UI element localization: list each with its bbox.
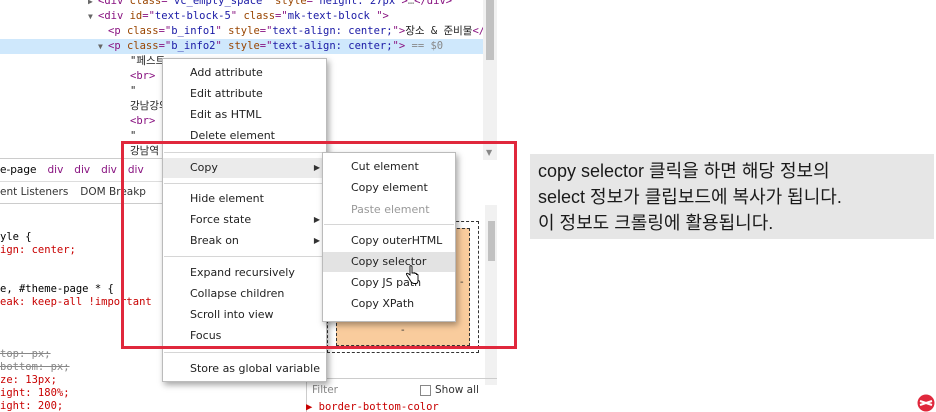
dom-token: class <box>129 0 162 7</box>
computed-property[interactable]: ▶ border-bottom-color <box>306 401 439 412</box>
context-menu-item[interactable]: Add attribute <box>163 63 326 83</box>
style-rule-line[interactable]: bottom: px; <box>0 360 70 374</box>
dom-token: " <box>230 10 244 22</box>
context-menu-item-label: Edit as HTML <box>190 108 262 121</box>
dom-token: </div> <box>414 0 453 7</box>
scrollbar-thumb[interactable] <box>486 0 494 60</box>
computed-filter-bar: Filter Show all <box>306 378 497 401</box>
dom-token: text-align: center; <box>272 25 393 37</box>
highlight-box <box>121 141 517 349</box>
breadcrumb-item[interactable]: div <box>47 164 63 176</box>
dom-token: mk-text-block <box>287 10 377 22</box>
dom-token: " <box>215 25 229 37</box>
dom-node-line[interactable]: ▼ <div id="text-block-5" class="mk-text-b… <box>0 9 497 24</box>
dom-token: " <box>262 0 276 7</box>
dom-token: b_info2 <box>171 40 216 52</box>
menu-separator <box>164 352 325 353</box>
dom-token: <div <box>98 10 130 22</box>
style-rule-line[interactable]: ze: 13px; <box>0 373 57 387</box>
filter-input[interactable]: Filter <box>312 379 338 401</box>
dom-token: style <box>228 40 260 52</box>
style-rule-line[interactable]: ight: 200; <box>0 399 63 412</box>
style-rule-line: e, #theme-page * { <box>0 282 114 296</box>
dom-token: "> <box>392 25 406 37</box>
dom-token: id <box>129 10 143 22</box>
style-text: ight: 200; <box>0 400 64 412</box>
dom-token: " <box>215 40 229 52</box>
dom-token: style <box>228 25 260 37</box>
dom-token: class <box>243 10 276 22</box>
context-menu-item-label: Add attribute <box>190 66 263 79</box>
dom-token: 장소 & 준비물 <box>405 25 473 37</box>
dom-node-line[interactable]: <p class="b_info1" style="text-align: ce… <box>0 24 497 39</box>
dom-token: b_info1 <box>171 25 216 37</box>
style-text: yle { <box>0 231 32 243</box>
context-menu-item[interactable]: Edit attribute <box>163 84 326 104</box>
dom-token: <p <box>108 25 127 37</box>
dom-token: =" <box>259 25 273 37</box>
dom-token: =" <box>275 10 288 22</box>
dom-token: vc_empty_space <box>173 0 263 7</box>
style-rule-line: yle { <box>0 230 32 244</box>
style-text: ign: center; <box>0 244 76 256</box>
dom-token: =" <box>161 0 174 7</box>
dom-token: <br> <box>130 115 156 127</box>
dom-token: text-block-5 <box>154 10 231 22</box>
annotation-line-2: select 정보가 클립보드에 복사가 됩니다. <box>538 187 842 207</box>
style-rule-line[interactable]: ight: 180%; <box>0 386 70 400</box>
style-text: ight: 180%; <box>0 387 70 399</box>
dom-token: == $0 <box>405 40 444 52</box>
context-menu-item-label: Edit attribute <box>190 87 263 100</box>
show-all-checkbox[interactable] <box>420 385 431 396</box>
dom-token: "페스트 <box>130 55 166 67</box>
breadcrumb-item[interactable]: div <box>101 164 117 176</box>
sidebar-tab[interactable]: ent Listeners <box>0 186 68 198</box>
dom-token: text-align: center; <box>272 40 393 52</box>
breadcrumb-item[interactable]: e-page <box>0 164 36 176</box>
dom-token: =" <box>142 10 155 22</box>
context-menu-item[interactable]: Edit as HTML <box>163 105 326 125</box>
dom-token: "> <box>392 40 406 52</box>
dom-token: "> <box>395 0 408 7</box>
style-text: e, #theme-page * { <box>0 283 114 295</box>
annotation-note: copy selector 클릭을 하면 해당 정보의 select 정보가 클… <box>530 154 934 239</box>
context-menu-item[interactable]: Store as global variable <box>163 359 326 379</box>
style-text: top: px; <box>0 348 51 360</box>
expand-toggle-icon[interactable]: ▼ <box>98 39 108 54</box>
dom-node-line[interactable]: ▼ <p class="b_info2" style="text-align: c… <box>0 39 497 54</box>
show-all-label: Show all <box>435 384 479 396</box>
dom-token: "> <box>376 10 389 22</box>
brand-logo-icon <box>917 394 935 412</box>
expand-toggle-icon[interactable]: ▶ <box>88 0 98 9</box>
context-menu-item-label: Store as global variable <box>190 362 320 375</box>
dom-node-line[interactable]: ▶ <div class="vc_empty_space" style="heig… <box>0 0 497 9</box>
dom-token: height: 27px <box>319 0 396 7</box>
dom-token: " <box>130 85 137 97</box>
style-text: bottom: px; <box>0 361 70 373</box>
annotation-line-1: copy selector 클릭을 하면 해당 정보의 <box>538 161 830 181</box>
style-text: ze: 13px; <box>0 374 57 386</box>
dom-token: style <box>275 0 307 7</box>
elements-scrollbar[interactable]: ▼ <box>483 0 497 160</box>
dom-token: =" <box>259 40 273 52</box>
dom-token: =" <box>158 40 172 52</box>
style-rule-line[interactable]: top: px; <box>0 347 51 361</box>
annotation-line-3: 이 정보도 크롤링에 활용됩니다. <box>538 213 774 233</box>
dom-token: <div <box>98 0 130 7</box>
dom-token: <p <box>108 40 127 52</box>
breadcrumb-item[interactable]: div <box>74 164 90 176</box>
dom-token: =" <box>158 25 172 37</box>
dom-token: class <box>126 40 159 52</box>
dom-token: class <box>126 25 159 37</box>
expand-toggle-icon[interactable]: ▼ <box>88 9 98 24</box>
style-rule-line[interactable]: ign: center; <box>0 243 76 257</box>
dom-token: <br> <box>130 70 156 82</box>
dom-token: =" <box>306 0 320 7</box>
